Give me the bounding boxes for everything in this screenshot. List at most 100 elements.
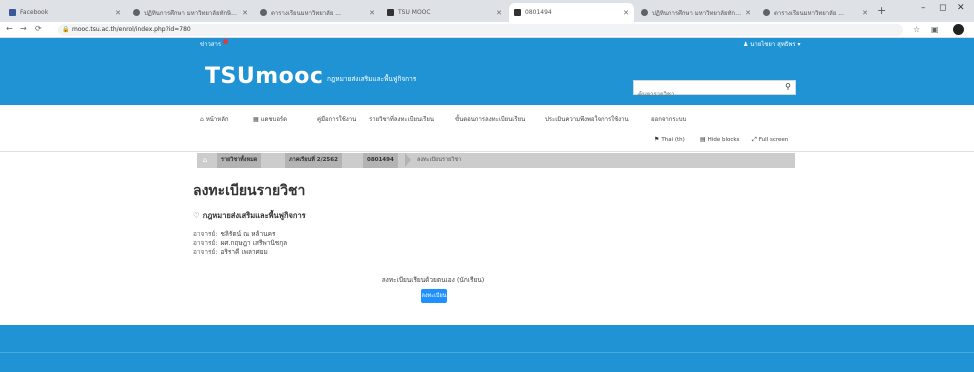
site-footer xyxy=(0,325,974,372)
nav-item-home[interactable]: ⌂ หน้าหลัก xyxy=(200,114,229,124)
globe-icon xyxy=(260,9,267,16)
teacher-label: อาจารย์: xyxy=(193,239,218,247)
nav-item-my-courses[interactable]: รายวิชาที่ลงทะเบียนเรียน xyxy=(369,114,434,124)
teacher-row: อาจารย์: อริราคี เพลาศยม xyxy=(193,247,268,257)
url-text: mooc.tsu.ac.th/enrol/index.php?id=780 xyxy=(72,26,191,33)
home-icon: ⌂ xyxy=(200,116,204,123)
breadcrumb-current: ลงทะเบียนรายวิชา xyxy=(417,157,462,163)
globe-icon xyxy=(641,9,648,16)
tab-label: TSU MOOC xyxy=(398,9,431,16)
nav-label: ออกจากระบบ xyxy=(651,116,687,123)
notification-badge xyxy=(223,39,229,44)
breadcrumb-item[interactable]: รายวิชาทั้งหมด xyxy=(217,153,262,168)
hide-blocks-label: Hide blocks xyxy=(707,137,740,143)
page-title: ลงทะเบียนรายวิชา xyxy=(193,183,306,199)
nav-label: ประเมินความพึงพอใจการใช้งาน xyxy=(545,116,629,123)
tab-label: ตารางเรียนมหาวิทยาลัย ... xyxy=(271,9,341,17)
full-screen-button[interactable]: ⤢ Full screen xyxy=(752,136,788,144)
search-icon[interactable]: ⚲ xyxy=(785,82,791,91)
tab-label: Facebook xyxy=(20,9,49,16)
lock-icon: 🔒 xyxy=(62,26,70,33)
close-icon[interactable]: ✕ xyxy=(862,9,868,17)
close-icon[interactable]: ✕ xyxy=(369,9,375,17)
user-icon xyxy=(514,9,521,16)
nav-item-logout[interactable]: ออกจากระบบ xyxy=(651,114,686,124)
teacher-label: อาจารย์: xyxy=(193,248,218,256)
facebook-icon xyxy=(9,9,16,16)
user-menu[interactable]: ♟ นายไชยา สุทธิพร ▾ xyxy=(743,39,801,49)
forward-button[interactable]: → xyxy=(20,24,27,33)
nav-item-dashboard[interactable]: ▦ แดชบอร์ด xyxy=(253,114,287,124)
hide-blocks-button[interactable]: ▤ Hide blocks xyxy=(700,136,739,143)
teacher-name[interactable]: อริราคี เพลาศยม xyxy=(221,248,268,256)
flag-icon: ⚑ xyxy=(654,136,660,143)
breadcrumb: ⌂ รายวิชาทั้งหมด ภาคเรียนที่ 2/2562 0801… xyxy=(197,153,795,168)
back-button[interactable]: ← xyxy=(6,24,13,33)
nav-item-manual[interactable]: คู่มือการใช้งาน xyxy=(317,114,356,124)
globe-icon xyxy=(763,9,770,16)
close-icon[interactable]: ✕ xyxy=(745,9,751,17)
teacher-name[interactable]: ผศ.กฤษฎา เสรีพานิชกุล xyxy=(221,239,288,247)
nav-label: หน้าหลัก xyxy=(205,116,229,123)
user-icon xyxy=(387,9,394,16)
nav-item-survey[interactable]: ประเมินความพึงพอใจการใช้งาน xyxy=(545,114,629,124)
reload-button[interactable]: ⟳ xyxy=(35,24,42,33)
blocks-icon: ▤ xyxy=(700,136,706,143)
globe-icon xyxy=(133,9,140,16)
news-link[interactable]: ข่าวสาร xyxy=(200,39,229,49)
course-name[interactable]: ♡ กฎหมายส่งเสริมและพื้นฟูกิจการ xyxy=(193,210,306,222)
address-bar: ← → ⟳ 🔒 mooc.tsu.ac.th/enrol/index.php?i… xyxy=(0,22,974,38)
close-icon[interactable]: ✕ xyxy=(623,9,629,17)
nav-label: ขั้นตอนการลงทะเบียนเรียน xyxy=(455,116,526,123)
close-icon[interactable]: ✕ xyxy=(115,9,121,17)
footer-divider xyxy=(0,352,974,353)
language-selector[interactable]: ⚑ Thai (th) xyxy=(654,136,685,143)
browser-tab[interactable]: Facebook ✕ xyxy=(4,3,126,22)
extension-icon[interactable]: ▣ xyxy=(931,25,939,34)
maximize-button[interactable]: ◻ xyxy=(939,3,946,13)
nav-item-enrol-steps[interactable]: ขั้นตอนการลงทะเบียนเรียน xyxy=(455,114,525,124)
news-label: ข่าวสาร xyxy=(200,41,222,48)
breadcrumb-arrow xyxy=(405,153,411,167)
nav-label: คู่มือการใช้งาน xyxy=(317,116,357,123)
full-screen-label: Full screen xyxy=(758,137,789,143)
browser-tab[interactable]: TSU MOOC ✕ xyxy=(382,3,507,22)
site-header: TSUmooc กฎหมายส่งเสริมและพื้นฟูกิจการ ⚲ xyxy=(0,50,974,105)
breadcrumb-item[interactable]: ภาคเรียนที่ 2/2562 xyxy=(285,153,342,168)
site-top-strip: ข่าวสาร ♟ นายไชยา สุทธิพร ▾ xyxy=(0,38,974,50)
teacher-label: อาจารย์: xyxy=(193,230,218,238)
tab-label: 0801494 xyxy=(525,9,552,16)
close-window-button[interactable]: ✕ xyxy=(957,3,965,13)
nav-label: รายวิชาที่ลงทะเบียนเรียน xyxy=(369,116,435,123)
tab-label: ปฏิทินการศึกษา มหาวิทยาลัยทักษิณ ... xyxy=(144,9,239,17)
breadcrumb-item[interactable]: 0801494 xyxy=(363,153,398,168)
browser-tab[interactable]: ตารางเรียนมหาวิทยาลัย ... ✕ xyxy=(758,3,873,22)
course-title: กฎหมายส่งเสริมและพื้นฟูกิจการ xyxy=(202,211,306,220)
browser-tab-active[interactable]: 0801494 ✕ xyxy=(509,3,634,22)
close-icon[interactable]: ✕ xyxy=(496,9,502,17)
browser-tab[interactable]: ตารางเรียนมหาวิทยาลัย ... ✕ xyxy=(255,3,380,22)
main-nav: ⌂ หน้าหลัก ▦ แดชบอร์ด คู่มือการใช้งาน รายว… xyxy=(0,105,974,152)
new-tab-button[interactable]: + xyxy=(877,4,886,17)
expand-icon: ⤢ xyxy=(752,136,757,143)
nav-label: แดชบอร์ด xyxy=(260,116,288,123)
profile-avatar[interactable] xyxy=(953,24,964,35)
teacher-name[interactable]: ชลิรัตน์ ณ หล้านคร xyxy=(221,230,276,238)
tab-label: ปฏิทินการศึกษา มหาวิทยาลัยทักษิณ ... xyxy=(652,9,742,17)
tab-label: ตารางเรียนมหาวิทยาลัย ... xyxy=(774,9,844,17)
search-input[interactable] xyxy=(634,88,774,101)
site-logo[interactable]: TSUmooc xyxy=(205,64,323,89)
url-field[interactable]: 🔒 mooc.tsu.ac.th/enrol/index.php?id=780 xyxy=(58,24,903,36)
home-icon[interactable]: ⌂ xyxy=(197,153,213,168)
close-icon[interactable]: ✕ xyxy=(242,9,248,17)
user-name: นายไชยา สุทธิพร ▾ xyxy=(750,41,801,48)
graduation-cap-icon: ♡ xyxy=(193,211,200,220)
star-icon[interactable]: ☆ xyxy=(913,25,920,34)
enrol-button[interactable]: ลงทะเบียน xyxy=(421,289,447,303)
browser-tab[interactable]: ปฏิทินการศึกษา มหาวิทยาลัยทักษิณ ... ✕ xyxy=(636,3,756,22)
enrol-message: ลงทะเบียนเรียนด้วยตนเอง (นักเรียน) xyxy=(381,276,485,284)
browser-tab[interactable]: ปฏิทินการศึกษา มหาวิทยาลัยทักษิณ ... ✕ xyxy=(128,3,253,22)
language-label: Thai (th) xyxy=(661,137,685,143)
minimize-button[interactable]: – xyxy=(921,3,926,13)
dashboard-icon: ▦ xyxy=(253,116,259,123)
